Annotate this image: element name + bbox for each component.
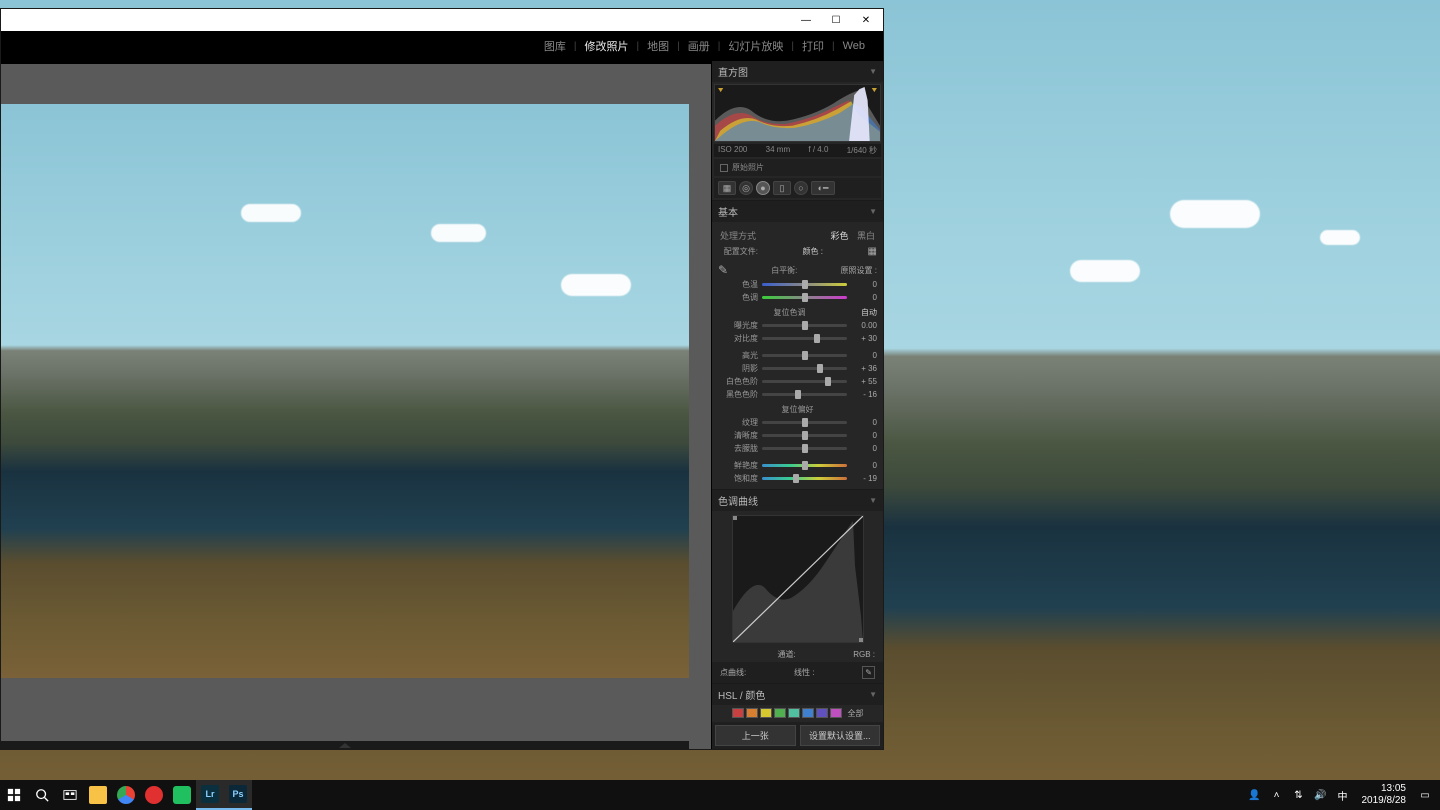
hsl-swatch[interactable] [788,708,800,718]
crop-tool[interactable]: ▦ [718,181,736,195]
hsl-swatch[interactable] [774,708,786,718]
chevron-down-icon: ▼ [869,67,877,76]
wb-dropdown[interactable]: 原照设置 : [841,265,877,276]
tone-curve[interactable] [732,515,864,643]
temp-slider[interactable] [762,283,847,286]
redeye-tool[interactable]: ● [756,181,770,195]
tray-volume-icon[interactable]: 🔊 [1312,780,1330,810]
cloud [1170,200,1260,228]
histogram[interactable] [714,84,881,142]
start-button[interactable] [0,780,28,810]
original-photo-checkbox[interactable]: 原始照片 [714,159,881,176]
tint-slider[interactable] [762,296,847,299]
blacks-slider[interactable] [762,393,847,396]
photo-canvas[interactable] [1,61,711,749]
auto-tone-button[interactable]: 自动 [861,307,877,318]
chevron-down-icon: ▼ [869,496,877,505]
treatment-bw[interactable]: 黑白 [857,231,875,241]
minimize-button[interactable]: — [791,10,821,30]
radial-filter-tool[interactable]: ○ [794,181,808,195]
tray-chevron-up-icon[interactable]: ˄ [1268,780,1286,810]
filmstrip-toggle[interactable] [1,741,689,749]
hsl-swatch[interactable] [830,708,842,718]
treatment-label: 处理方式 [720,229,756,242]
window-titlebar[interactable]: — ☐ ✕ [1,9,883,31]
profile-browser-icon[interactable]: ▦ [868,246,877,257]
highlights-slider[interactable] [762,354,847,357]
hsl-swatch[interactable] [732,708,744,718]
hsl-swatch[interactable] [760,708,772,718]
basic-header[interactable]: 基本 ▼ [712,201,883,222]
hsl-color-swatches: 全部 [712,705,883,722]
curve-channel-dropdown[interactable]: RGB : [853,650,875,659]
clarity-slider[interactable] [762,434,847,437]
search-button[interactable] [28,780,56,810]
cloud [1320,230,1360,245]
contrast-slider[interactable] [762,337,847,340]
shadows-slider[interactable] [762,367,847,370]
tab-map[interactable]: 地图 [639,38,677,54]
bottom-button-bar: 上一张 设置默认设置... [712,722,883,749]
taskbar-app-chrome[interactable] [112,780,140,810]
taskbar-clock[interactable]: 13:05 2019/8/28 [1356,783,1413,807]
taskbar-app-wechat[interactable] [168,780,196,810]
curve-header[interactable]: 色调曲线 ▼ [712,490,883,511]
histogram-title: 直方图 [718,64,748,79]
maximize-button[interactable]: ☐ [821,10,851,30]
point-curve-dropdown[interactable]: 线性 : [746,667,862,678]
treatment-color[interactable]: 彩色 [830,231,848,241]
wb-label: 白平衡: [728,265,840,276]
texture-slider[interactable] [762,421,847,424]
taskview-button[interactable] [56,780,84,810]
vibrance-slider[interactable] [762,464,847,467]
taskbar-app-3[interactable] [140,780,168,810]
hsl-swatch[interactable] [746,708,758,718]
close-button[interactable]: ✕ [851,10,881,30]
chevron-down-icon: ▼ [869,207,877,216]
exposure-slider[interactable] [762,324,847,327]
taskbar-app-explorer[interactable] [84,780,112,810]
curve-edit-icon[interactable]: ✎ [862,666,875,679]
develop-right-panel: 直方图 ▼ ISO 200 34 mm [711,61,883,749]
hsl-swatch[interactable] [816,708,828,718]
spot-tool[interactable]: ◎ [739,181,753,195]
hsl-swatch[interactable] [802,708,814,718]
saturation-slider[interactable] [762,477,847,480]
cloud [1070,260,1140,282]
tab-print[interactable]: 打印 [794,38,832,54]
taskbar-app-photoshop[interactable]: Ps [224,780,252,810]
tray-notifications-icon[interactable]: ▭ [1416,780,1434,810]
profile-dropdown[interactable]: 颜色 : [758,246,868,257]
taskbar: Lr Ps 👤 ˄ ⇅ 🔊 中 13:05 2019/8/28 ▭ [0,780,1440,810]
tray-ime[interactable]: 中 [1334,780,1352,810]
basic-title: 基本 [718,204,738,219]
lightroom-window: — ☐ ✕ 图库| 修改照片| 地图| 画册| 幻灯片放映| 打印| Web 直… [0,8,884,750]
histogram-header[interactable]: 直方图 ▼ [712,61,883,82]
tab-book[interactable]: 画册 [680,38,718,54]
brush-tool[interactable]: ◐━ [811,181,835,195]
tab-web[interactable]: Web [835,40,873,52]
tab-slideshow[interactable]: 幻灯片放映 [720,38,791,54]
profile-label: 配置文件: [718,246,758,257]
tray-network-icon[interactable]: ⇅ [1290,780,1308,810]
prev-button[interactable]: 上一张 [715,725,796,746]
photo-preview[interactable] [1,104,689,678]
taskbar-app-lightroom[interactable]: Lr [196,780,224,810]
tray-people-icon[interactable]: 👤 [1246,780,1264,810]
tab-develop[interactable]: 修改照片 [577,38,637,54]
histogram-meta: ISO 200 34 mm f / 4.0 1/640 秒 [714,144,881,157]
tab-library[interactable]: 图库 [536,38,574,54]
tool-strip: ▦ ◎ ● ▯ ○ ◐━ [714,178,881,198]
chevron-down-icon: ▼ [869,690,877,699]
dehaze-slider[interactable] [762,447,847,450]
whites-slider[interactable] [762,380,847,383]
grad-filter-tool[interactable]: ▯ [773,181,791,195]
hsl-header[interactable]: HSL / 颜色 ▼ [712,684,883,705]
module-tabs: 图库| 修改照片| 地图| 画册| 幻灯片放映| 打印| Web [1,31,883,61]
hsl-all-button[interactable]: 全部 [848,708,864,719]
eyedropper-icon[interactable]: ✎ [718,263,728,277]
reset-button[interactable]: 设置默认设置... [800,725,881,746]
